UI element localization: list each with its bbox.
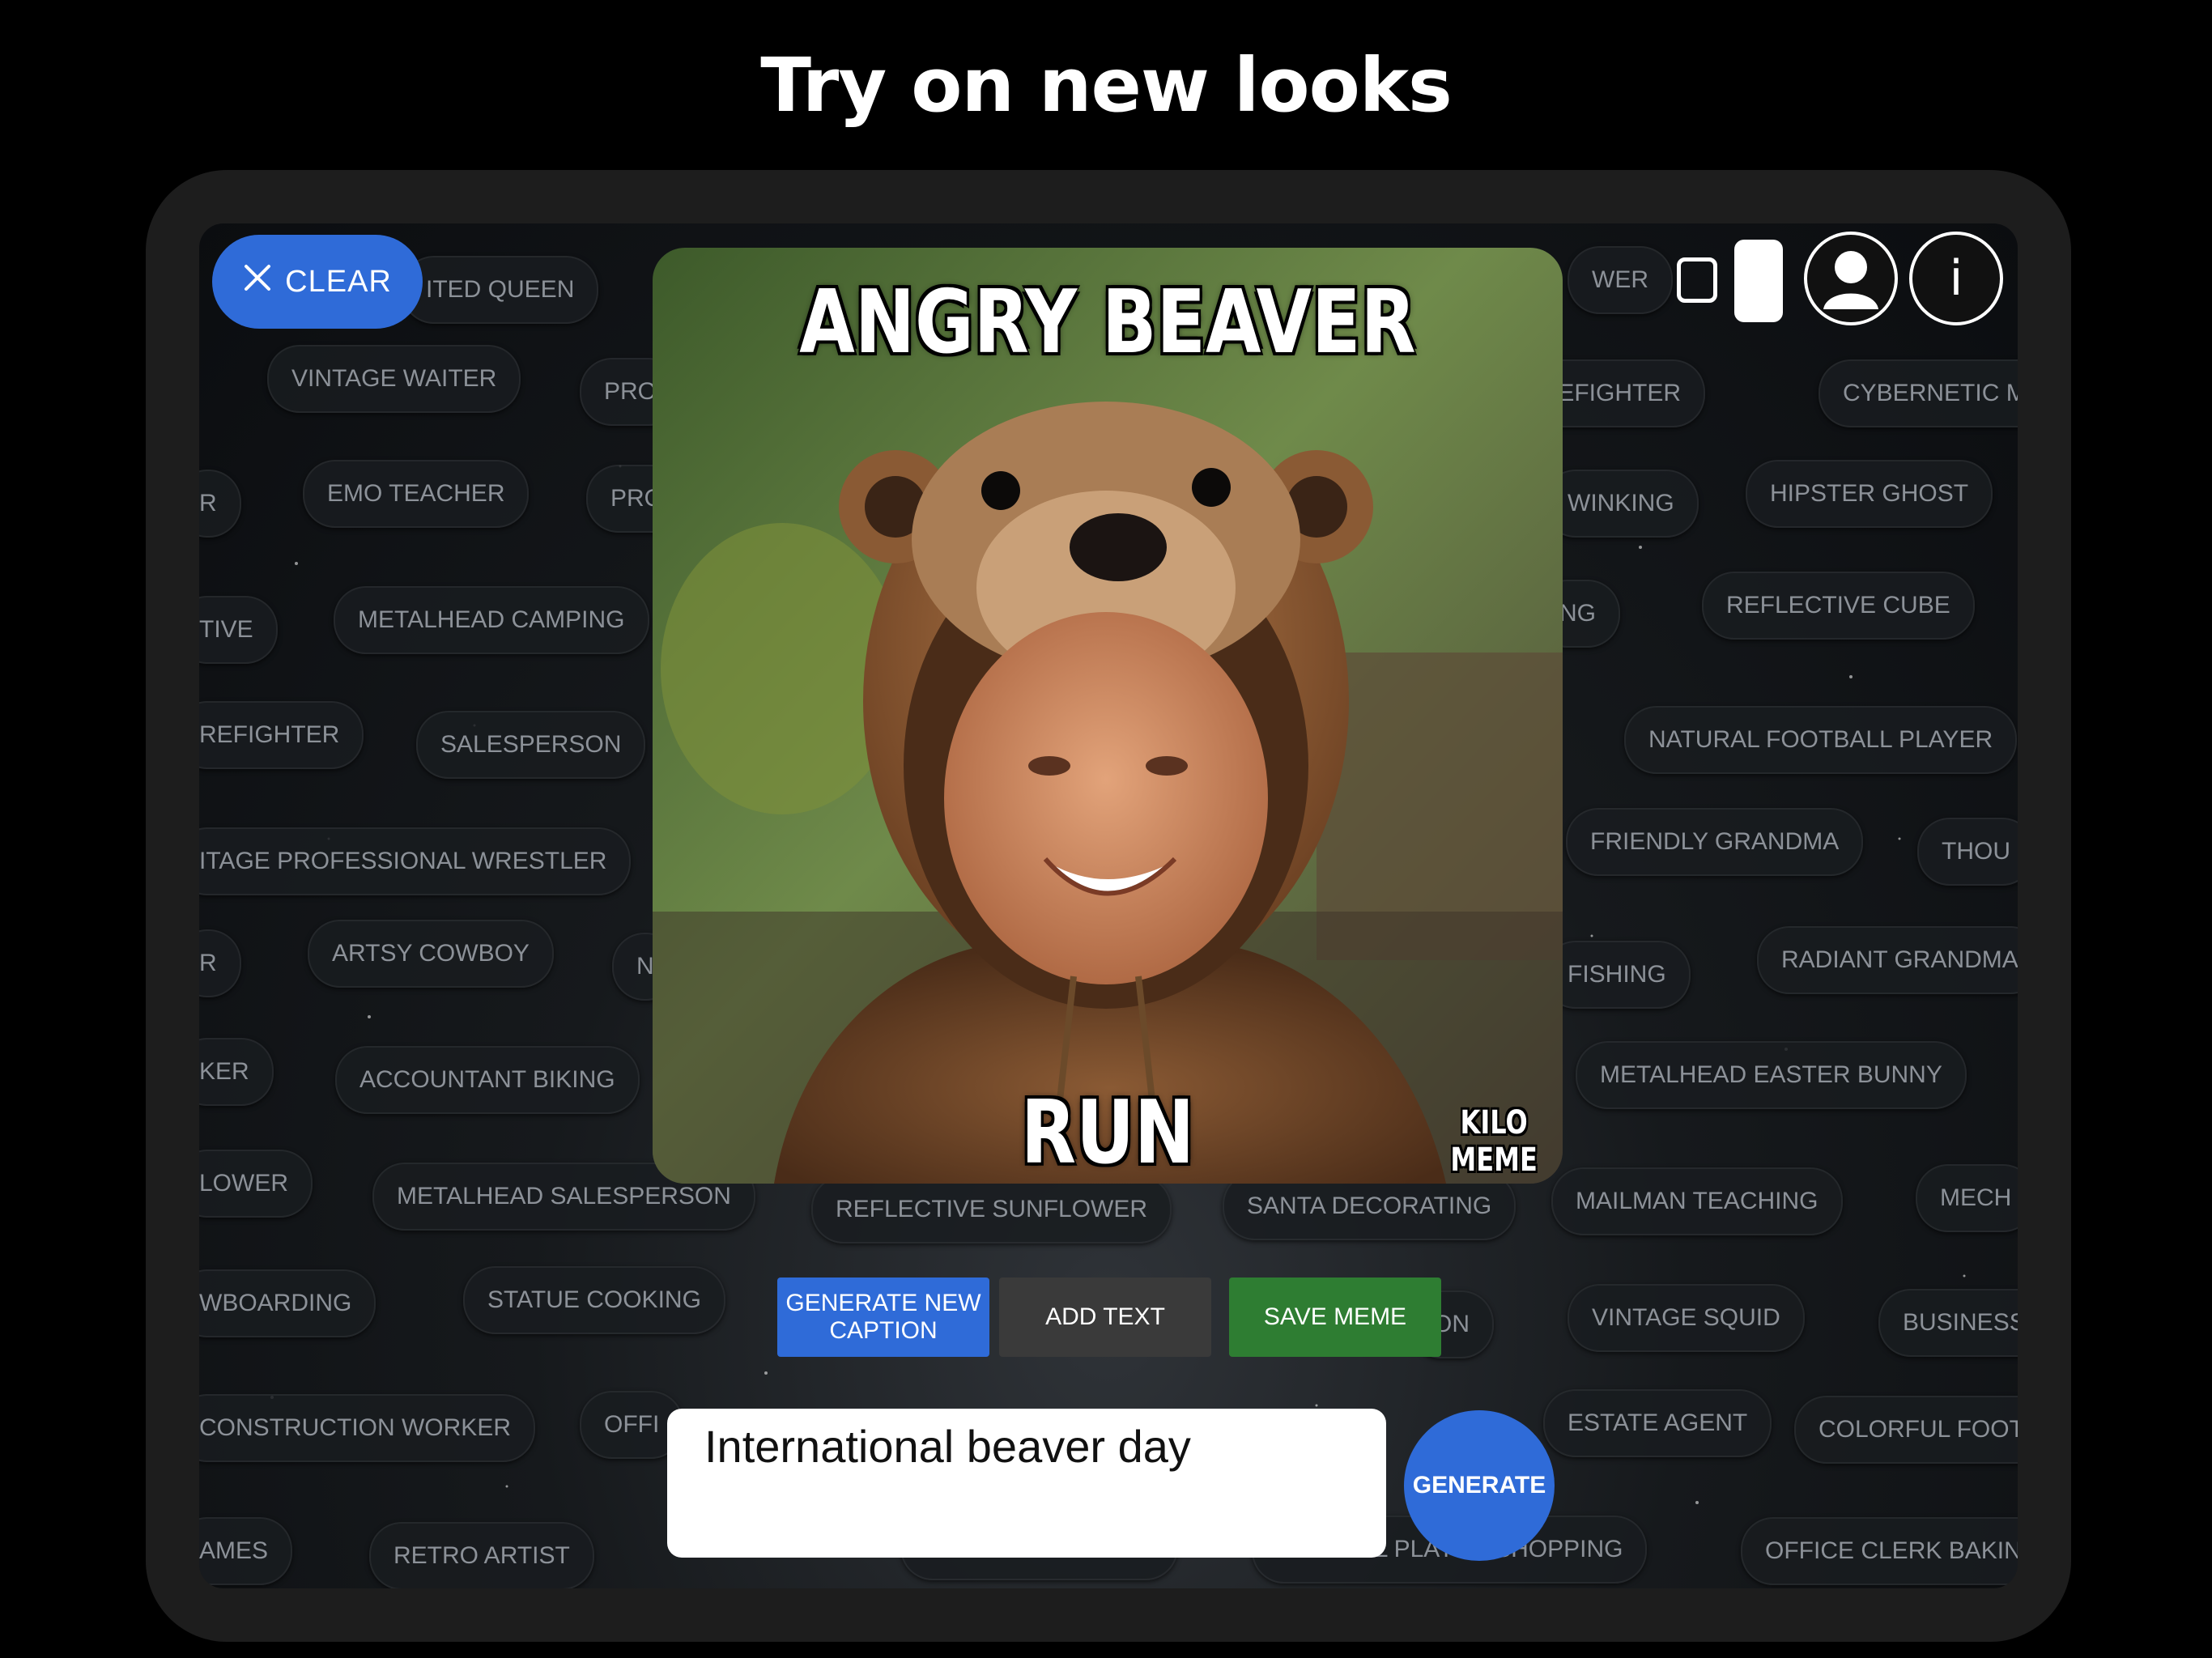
style-chip[interactable]: ITAGE PROFESSIONAL WRESTLER <box>199 827 632 895</box>
style-chip[interactable]: SALESPERSON <box>416 711 646 779</box>
generate-caption-button[interactable]: GENERATE NEW CAPTION <box>777 1278 989 1357</box>
generate-caption-label: GENERATE NEW <box>785 1290 981 1316</box>
save-meme-label: SAVE MEME <box>1263 1303 1407 1330</box>
style-chip[interactable]: TIVE <box>199 596 278 664</box>
style-chip[interactable]: CONSTRUCTION WORKER <box>199 1394 535 1462</box>
style-chip[interactable]: WINKING <box>1543 470 1699 538</box>
watermark-line: MEME <box>1450 1141 1538 1179</box>
person-icon <box>1823 251 1878 309</box>
watermark-line: KILO <box>1460 1104 1528 1141</box>
style-chip[interactable]: REFLECTIVE SUNFLOWER <box>811 1175 1172 1244</box>
style-chip[interactable]: ESTATE AGENT <box>1543 1389 1772 1457</box>
style-chip[interactable]: WER <box>1568 246 1673 314</box>
style-chip[interactable]: MECH <box>1916 1164 2018 1232</box>
meme-photo <box>653 248 1563 1184</box>
style-chip[interactable]: STATUE COOKING <box>463 1266 725 1334</box>
generate-label: GENERATE <box>1412 1472 1546 1499</box>
info-icon[interactable]: i <box>1909 232 2003 325</box>
style-chip[interactable]: COLORFUL FOOT <box>1794 1396 2018 1464</box>
profile-icon[interactable] <box>1804 232 1898 325</box>
style-chip[interactable]: ACCOUNTANT BIKING <box>335 1046 640 1114</box>
save-meme-button[interactable]: SAVE MEME <box>1229 1278 1441 1357</box>
style-chip[interactable]: LOWER <box>199 1150 313 1218</box>
clear-button[interactable]: CLEAR <box>212 235 423 329</box>
generate-button[interactable]: GENERATE <box>1404 1410 1555 1561</box>
add-text-label: ADD TEXT <box>1045 1303 1165 1330</box>
style-chip[interactable]: KER <box>199 1038 274 1106</box>
add-text-button[interactable]: ADD TEXT <box>999 1278 1211 1357</box>
meme-image: ANGRY BEAVER RUN KILO MEME <box>653 248 1563 1184</box>
style-chip[interactable]: METALHEAD EASTER BUNNY <box>1576 1041 1967 1109</box>
style-chip[interactable]: NATURAL FOOTBALL PLAYER <box>1624 706 2018 774</box>
prompt-input[interactable]: International beaver day <box>667 1409 1386 1558</box>
style-chip[interactable]: THOU <box>1917 818 2018 886</box>
info-glyph: i <box>1949 250 1963 307</box>
app-screen: ITED QUEEN VINTAGE WAITER PRO R EMO TEAC… <box>199 223 2018 1588</box>
style-chip[interactable]: VINTAGE WAITER <box>267 345 521 413</box>
style-chip[interactable]: EMO TEACHER <box>303 460 530 528</box>
page-headline: Try on new looks <box>760 42 1453 129</box>
style-chip[interactable]: ITED QUEEN <box>402 256 599 324</box>
style-chip[interactable]: CYBERNETIC M <box>1819 359 2018 427</box>
style-chip[interactable]: AMES <box>199 1517 293 1585</box>
close-icon <box>243 263 272 300</box>
style-chip[interactable]: METALHEAD CAMPING <box>334 586 649 654</box>
tablet-frame: ITED QUEEN VINTAGE WAITER PRO R EMO TEAC… <box>146 170 2071 1642</box>
meme-top-text[interactable]: ANGRY BEAVER <box>734 272 1481 373</box>
style-chip[interactable]: REFLECTIVE CUBE <box>1702 572 1975 640</box>
style-chip[interactable]: HIPSTER GHOST <box>1746 460 1993 528</box>
style-chip[interactable]: RADIANT GRANDMA <box>1757 926 2018 994</box>
meme-bottom-text[interactable]: RUN <box>734 1082 1481 1184</box>
clear-label: CLEAR <box>285 264 392 299</box>
kilo-meme-watermark: KILO MEME <box>1450 1104 1537 1179</box>
portrait-format-icon[interactable] <box>1734 240 1783 322</box>
style-chip[interactable]: VINTAGE SQUID <box>1568 1284 1805 1352</box>
style-chip[interactable]: WBOARDING <box>199 1269 376 1337</box>
style-chip[interactable]: BUSINESS <box>1878 1289 2018 1357</box>
style-chip[interactable]: ARTSY COWBOY <box>308 920 554 988</box>
style-chip[interactable]: FISHING <box>1543 941 1691 1009</box>
style-chip[interactable]: MAILMAN TEACHING <box>1551 1167 1843 1235</box>
square-format-icon[interactable] <box>1677 257 1717 303</box>
style-chip[interactable]: REFIGHTER <box>199 701 364 769</box>
generate-caption-label: CAPTION <box>829 1317 938 1344</box>
style-chip[interactable]: FRIENDLY GRANDMA <box>1566 808 1864 876</box>
style-chip[interactable]: RETRO ARTIST <box>369 1522 594 1588</box>
style-chip[interactable]: OFFICE CLERK BAKING <box>1741 1517 2018 1585</box>
